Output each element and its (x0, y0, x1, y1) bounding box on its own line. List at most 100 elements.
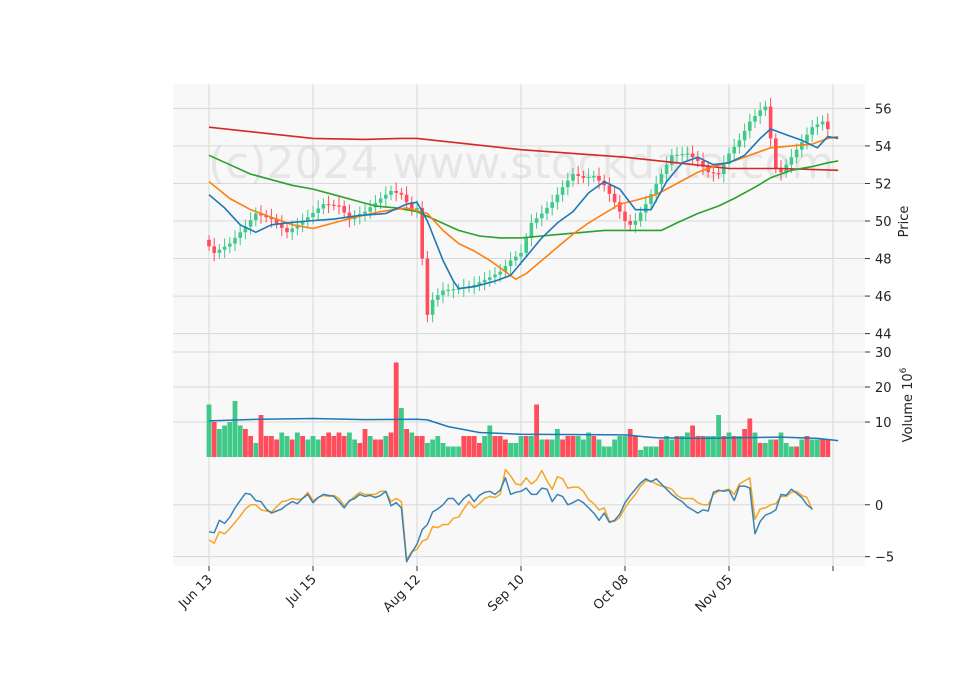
volume-bar (393, 362, 399, 457)
volume-bar (664, 436, 669, 457)
candle-body (654, 184, 658, 195)
volume-bar (648, 446, 654, 457)
volume-bar (206, 404, 212, 457)
candle-body (607, 185, 612, 194)
volume-bar (659, 439, 664, 457)
volume-bar (638, 450, 643, 457)
volume-bar (430, 439, 435, 457)
candle-body (290, 228, 294, 233)
volume-bar (799, 439, 805, 457)
candle-body (623, 211, 627, 222)
stock-chart: (c)2024 www.stockdata.com 44 46 48 50 52 54 56… (0, 0, 960, 690)
x-tick-label: Sep 10 (485, 572, 528, 615)
volume-axis-label-text: Volume 10 (901, 373, 916, 442)
price-tick-label: 52 (875, 177, 892, 192)
candle-body (529, 222, 534, 238)
volume-bar (622, 436, 628, 457)
candle-body (441, 290, 445, 296)
candle-body (514, 256, 518, 261)
volume-bar (326, 432, 331, 457)
candle-body (498, 271, 502, 275)
volume-bar (794, 446, 799, 457)
candle-body (576, 174, 580, 176)
volume-bar (409, 432, 415, 457)
volume-bar (456, 446, 461, 457)
candle-body (207, 239, 211, 247)
candle-body (805, 134, 809, 143)
candle-body (222, 246, 227, 250)
volume-bar (471, 436, 477, 457)
volume-bar (227, 422, 233, 457)
candle-body (571, 174, 575, 181)
volume-bar (783, 443, 789, 457)
candle-body (519, 252, 523, 257)
volume-bar (768, 439, 773, 457)
volume-bar (690, 425, 695, 457)
volume-bar (378, 439, 383, 457)
candle-body (628, 221, 632, 225)
candle-body (451, 289, 456, 291)
volume-bar (789, 446, 794, 457)
volume-bar (575, 436, 581, 457)
candle-body (378, 198, 383, 203)
candle-body (716, 173, 721, 175)
volume-bar (742, 429, 747, 457)
candle-body (742, 130, 747, 141)
volume-bar (248, 436, 253, 457)
volume-bar (518, 436, 524, 457)
candle-body (238, 232, 242, 238)
volume-bar (607, 446, 612, 457)
price-tick-label: 50 (875, 215, 892, 230)
volume-bar (653, 446, 659, 457)
candle-body (493, 274, 497, 278)
candle-body (659, 174, 664, 185)
volume-bar (711, 436, 716, 457)
volume-bar (414, 436, 420, 457)
volume-bar (529, 436, 534, 457)
volume-bar (487, 425, 493, 457)
volume-bar (388, 432, 394, 457)
volume-bar (352, 439, 357, 457)
volume-bar (778, 432, 784, 457)
volume-bar (815, 439, 820, 457)
volume-bar (466, 436, 472, 457)
volume-bar (274, 439, 279, 457)
volume-bar (669, 439, 675, 457)
candle-body (321, 204, 326, 209)
volume-bar (419, 436, 425, 457)
volume-bar (679, 436, 685, 457)
volume-bar (492, 436, 498, 457)
volume-axis-label-exponent: 6 (899, 367, 909, 373)
candle-body (337, 205, 341, 207)
volume-bar (497, 436, 503, 457)
candle-body (436, 295, 440, 300)
price-axis-label: Price (897, 206, 912, 238)
volume-bar (217, 429, 222, 457)
volume-bar (544, 439, 550, 457)
volume-bar (674, 436, 680, 457)
candle-body (550, 202, 554, 208)
volume-bar (305, 439, 311, 457)
candle-body (789, 157, 794, 165)
volume-bar (825, 439, 831, 457)
volume-bar (757, 443, 763, 457)
price-tick-label: 46 (875, 290, 892, 305)
volume-bar (731, 436, 737, 457)
volume-bar (237, 425, 243, 457)
volume-bar (336, 432, 342, 457)
volume-bar (279, 432, 285, 457)
volume-bar (716, 415, 721, 457)
volume-bar (726, 432, 732, 457)
volume-bar (503, 439, 508, 457)
volume-bar (508, 443, 513, 457)
volume-bar (633, 436, 638, 457)
volume-bar (737, 436, 742, 457)
volume-bar (289, 439, 295, 457)
candle-body (690, 153, 695, 158)
x-tick-label: Jun 13 (176, 572, 216, 612)
volume-bar (773, 439, 779, 457)
candle-body (737, 140, 742, 147)
candle-body (722, 163, 726, 175)
candle-body (670, 155, 674, 165)
candle-body (363, 211, 367, 215)
